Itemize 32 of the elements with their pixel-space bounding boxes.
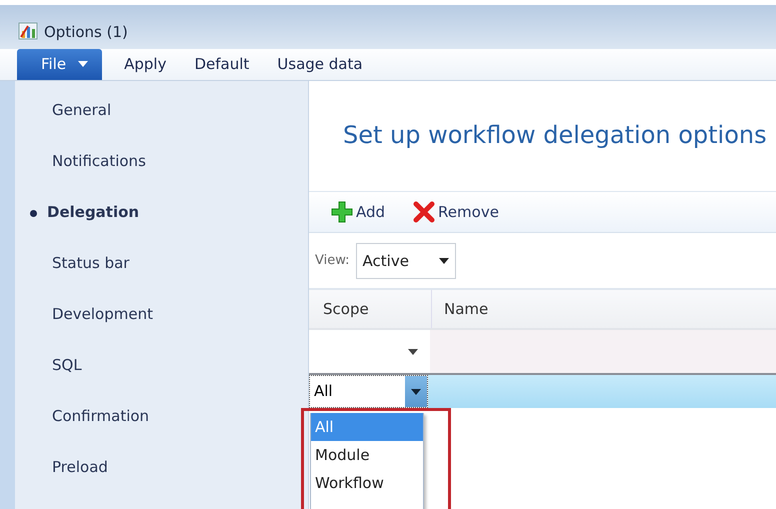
- view-select[interactable]: Active: [356, 242, 456, 278]
- dropdown-button[interactable]: [405, 376, 427, 407]
- menu-item[interactable]: Default: [180, 48, 264, 80]
- close-icon: [413, 201, 436, 223]
- dropdown-option[interactable]: Workflow: [311, 469, 423, 497]
- sidebar-item[interactable]: SQL: [15, 356, 308, 407]
- caret-icon: [411, 388, 421, 394]
- sidebar-item[interactable]: Status bar: [15, 254, 308, 305]
- page-heading: Set up workflow delegation options: [342, 120, 768, 151]
- file-menu-button[interactable]: File: [17, 48, 102, 80]
- app-icon: [18, 20, 38, 41]
- scope-combo-box[interactable]: All: [309, 375, 428, 408]
- window-title: Options (1): [44, 22, 128, 41]
- column-header: Scope: [323, 300, 369, 318]
- caret-icon: [78, 61, 88, 68]
- sidebar-item[interactable]: Development: [15, 305, 308, 356]
- sidebar-item[interactable]: Confirmation: [15, 407, 308, 458]
- remove-button[interactable]: Remove: [413, 201, 499, 223]
- sidebar-item[interactable]: Preload: [15, 458, 308, 509]
- bullet-icon: [30, 210, 37, 217]
- menu-item[interactable]: Apply: [110, 48, 180, 80]
- plus-icon: [331, 201, 353, 223]
- sidebar-item[interactable]: General: [15, 101, 308, 152]
- sidebar-item[interactable]: Notifications: [15, 152, 308, 203]
- dropdown-option[interactable]: Module: [311, 441, 423, 469]
- caret-icon: [438, 258, 449, 264]
- sidebar-item[interactable]: Delegation: [15, 203, 308, 254]
- column-header: Name: [444, 300, 488, 318]
- add-button[interactable]: Add: [331, 201, 386, 223]
- caret-icon: [408, 348, 418, 354]
- view-label: View:: [315, 253, 350, 268]
- menu-item[interactable]: Usage data: [263, 48, 377, 80]
